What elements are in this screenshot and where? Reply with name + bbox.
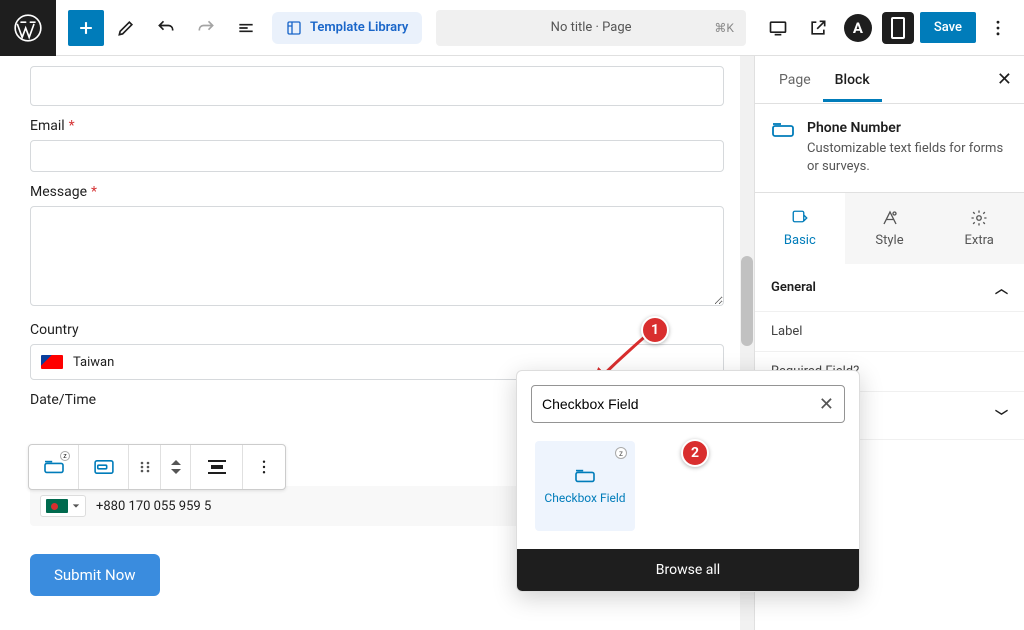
block-title: Phone Number xyxy=(807,120,1008,136)
message-input[interactable] xyxy=(30,206,724,306)
subtab-style[interactable]: Style xyxy=(845,193,935,264)
submit-button[interactable]: Submit Now xyxy=(30,554,160,596)
subtab-basic[interactable]: Basic xyxy=(755,193,845,264)
external-link-icon[interactable] xyxy=(800,10,836,46)
shortcut-hint: ⌘K xyxy=(714,21,734,35)
close-sidebar-icon[interactable]: ✕ xyxy=(997,69,1012,90)
wordpress-logo[interactable] xyxy=(0,0,56,56)
tab-page[interactable]: Page xyxy=(767,58,823,102)
inserter-result-label: Checkbox Field xyxy=(544,491,625,505)
save-button[interactable]: Save xyxy=(920,12,976,43)
email-input[interactable] xyxy=(30,140,724,172)
document-outline-button[interactable] xyxy=(228,10,264,46)
more-options-icon[interactable] xyxy=(980,10,1016,46)
move-up-down-icon[interactable] xyxy=(161,445,191,489)
country-label: Country xyxy=(30,322,724,338)
field-label-row: Label xyxy=(755,312,1024,352)
email-label: Email* xyxy=(30,118,724,134)
inserter-result-checkbox-field[interactable]: z Checkbox Field xyxy=(535,441,635,531)
phone-country-selector[interactable] xyxy=(40,495,86,517)
block-toolbar: z xyxy=(28,444,286,490)
phone-value: +880 170 055 959 5 xyxy=(96,499,211,514)
undo-button[interactable] xyxy=(148,10,184,46)
edit-icon[interactable] xyxy=(108,10,144,46)
add-block-button[interactable] xyxy=(68,10,104,46)
annotation-1: 1 xyxy=(641,316,669,344)
clear-search-icon[interactable]: ✕ xyxy=(819,394,834,415)
flag-icon xyxy=(46,499,68,513)
phone-field-icon xyxy=(771,120,795,176)
block-search-input[interactable] xyxy=(542,396,819,412)
chevron-up-icon: ︿ xyxy=(995,278,1008,297)
document-title-bar[interactable]: No title · Page ⌘K xyxy=(436,10,746,46)
chevron-down-icon: ﹀ xyxy=(995,406,1008,425)
flag-icon xyxy=(41,355,63,369)
zip-badge-icon: z xyxy=(615,447,627,459)
more-block-options-icon[interactable] xyxy=(243,445,285,489)
redo-button[interactable] xyxy=(188,10,224,46)
align-button[interactable] xyxy=(191,445,243,489)
scrollbar-thumb[interactable] xyxy=(741,256,753,346)
preview-button[interactable] xyxy=(760,10,796,46)
subtab-extra[interactable]: Extra xyxy=(934,193,1024,264)
annotation-2: 2 xyxy=(681,439,709,467)
block-type-icon[interactable]: z xyxy=(29,445,79,489)
settings-sidebar-toggle[interactable] xyxy=(880,10,916,46)
drag-handle-icon[interactable] xyxy=(129,445,161,489)
browse-all-button[interactable]: Browse all xyxy=(517,549,859,591)
tab-block[interactable]: Block xyxy=(823,58,882,102)
block-inserter-popup: ✕ z Checkbox Field Browse all xyxy=(516,370,860,592)
section-general[interactable]: General ︿ xyxy=(755,264,1024,312)
astra-icon[interactable]: A xyxy=(840,10,876,46)
template-library-button[interactable]: Template Library xyxy=(272,12,422,44)
block-description: Customizable text fields for forms or su… xyxy=(807,140,1008,176)
message-label: Message* xyxy=(30,184,724,200)
country-value: Taiwan xyxy=(73,355,114,370)
document-title-text: No title · Page xyxy=(551,20,632,35)
block-parent-icon[interactable] xyxy=(79,445,129,489)
template-library-label: Template Library xyxy=(310,20,408,35)
